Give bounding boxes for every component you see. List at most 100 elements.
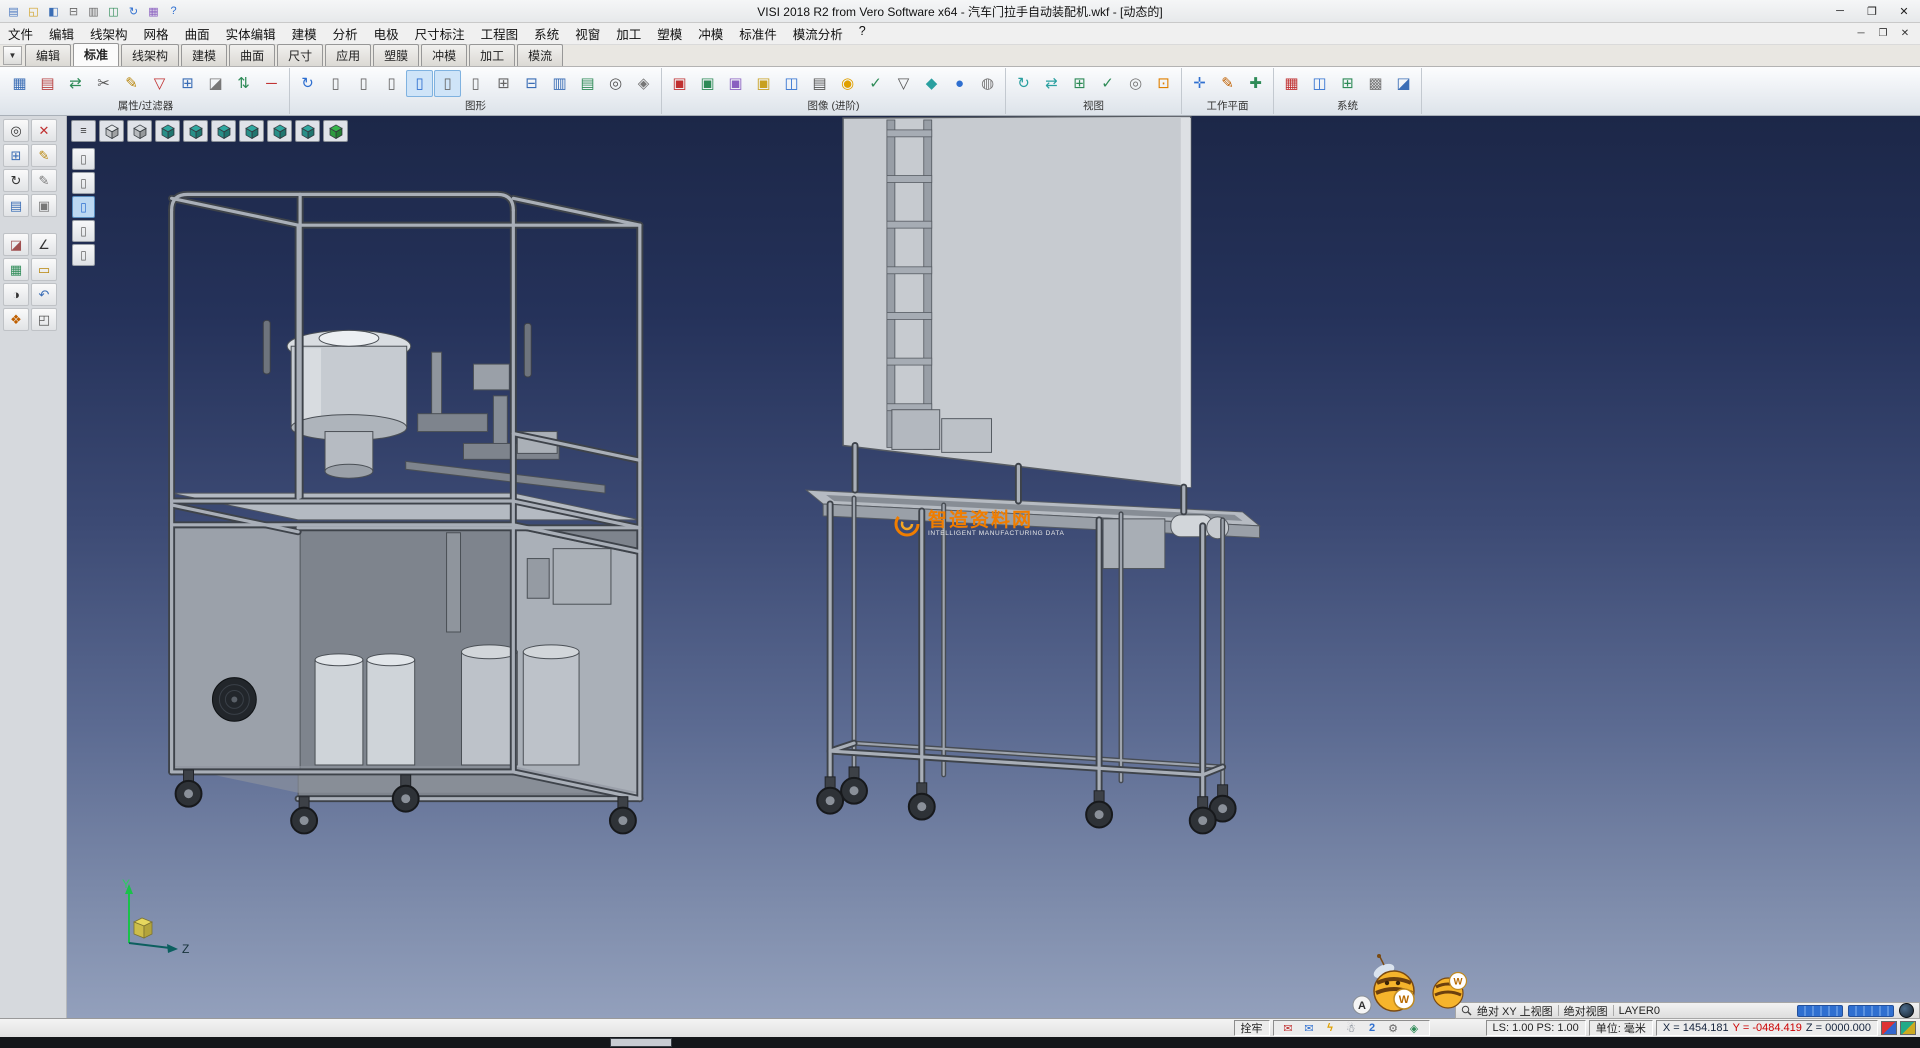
absolute-view[interactable]: 绝对视图 xyxy=(1564,1003,1608,1019)
menu-item-模流分析[interactable]: 模流分析 xyxy=(785,24,851,43)
monitor-icon[interactable]: ◫ xyxy=(778,70,805,97)
shaded-edges-icon[interactable]: ▯ xyxy=(406,70,433,97)
image-yellow-icon[interactable]: ▣ xyxy=(750,70,777,97)
assistant-badge[interactable]: A xyxy=(1353,996,1371,1014)
menu-item-冲模[interactable]: 冲模 xyxy=(690,24,731,43)
shaded-icon[interactable]: ▯ xyxy=(378,70,405,97)
top-view-icon[interactable] xyxy=(127,120,152,142)
save-icon[interactable]: ◧ xyxy=(45,3,62,19)
workplane-axis-icon[interactable]: ✛ xyxy=(1186,70,1213,97)
globe-icon[interactable] xyxy=(1899,1003,1914,1018)
view-menu-icon[interactable]: ≡ xyxy=(71,120,96,142)
menu-item-尺寸标注[interactable]: 尺寸标注 xyxy=(407,24,473,43)
dynamic-view-icon[interactable] xyxy=(323,120,348,142)
mask-icon[interactable]: ◪ xyxy=(202,70,229,97)
open-folder-icon[interactable]: ◱ xyxy=(25,3,42,19)
lock-toggle[interactable]: 拴牢 xyxy=(1234,1020,1270,1036)
close-button[interactable]: ✕ xyxy=(1888,1,1920,22)
snap-grid-icon[interactable]: ▦ xyxy=(3,258,29,281)
image-red-icon[interactable]: ▣ xyxy=(666,70,693,97)
view-ok-icon[interactable]: ✓ xyxy=(1094,70,1121,97)
rotate-icon[interactable]: ↻ xyxy=(3,169,29,192)
tab-应用[interactable]: 应用 xyxy=(325,44,371,66)
taskbar-item[interactable] xyxy=(610,1038,672,1047)
color-swatch-icon-2[interactable] xyxy=(1900,1021,1916,1035)
sphere-view-icon[interactable]: ● xyxy=(946,70,973,97)
menu-item-编辑[interactable]: 编辑 xyxy=(41,24,82,43)
texture-icon[interactable]: ▤ xyxy=(574,70,601,97)
properties-icon[interactable]: ▦ xyxy=(6,70,33,97)
tab-建模[interactable]: 建模 xyxy=(181,44,227,66)
tab-冲模[interactable]: 冲模 xyxy=(421,44,467,66)
iso-view-icon[interactable] xyxy=(99,120,124,142)
check-render-icon[interactable]: ✓ xyxy=(862,70,889,97)
tab-编辑[interactable]: 编辑 xyxy=(25,44,71,66)
tab-塑膜[interactable]: 塑膜 xyxy=(373,44,419,66)
workplane-edit-icon[interactable]: ✎ xyxy=(1214,70,1241,97)
menu-item-help[interactable]: ? xyxy=(851,24,874,38)
menu-item-加工[interactable]: 加工 xyxy=(608,24,649,43)
light-icon[interactable]: ◉ xyxy=(834,70,861,97)
zoom-graphics-icon[interactable]: ◎ xyxy=(602,70,629,97)
print-icon[interactable]: ⊟ xyxy=(65,3,82,19)
material-icon[interactable]: ◈ xyxy=(630,70,657,97)
refresh-icon[interactable]: ↻ xyxy=(125,3,142,19)
machine-assembly[interactable] xyxy=(172,194,640,833)
bottom-view-icon[interactable] xyxy=(267,120,292,142)
machine-conveyor[interactable] xyxy=(806,116,1259,833)
render-mode-icon[interactable]: ▯ xyxy=(434,70,461,97)
menu-item-建模[interactable]: 建模 xyxy=(284,24,325,43)
film-icon[interactable]: ▤ xyxy=(806,70,833,97)
menu-item-分析[interactable]: 分析 xyxy=(325,24,366,43)
image-purple-icon[interactable]: ▣ xyxy=(722,70,749,97)
new-file-icon[interactable]: ▤ xyxy=(5,3,22,19)
tab-尺寸[interactable]: 尺寸 xyxy=(277,44,323,66)
grid-filter-icon[interactable]: ⊞ xyxy=(174,70,201,97)
attributes-icon[interactable]: ▤ xyxy=(34,70,61,97)
display-shaded-icon[interactable]: ▯ xyxy=(72,196,95,218)
menu-item-塑模[interactable]: 塑模 xyxy=(649,24,690,43)
trim-icon[interactable]: ✂ xyxy=(90,70,117,97)
clipboard-icon[interactable]: ▣ xyxy=(31,194,57,217)
axon-view-icon[interactable] xyxy=(295,120,320,142)
tab-标准[interactable]: 标准 xyxy=(73,43,119,66)
info-icon[interactable]: ◑ xyxy=(3,283,29,306)
plot-icon[interactable]: ▥ xyxy=(85,3,102,19)
menu-item-电极[interactable]: 电极 xyxy=(366,24,407,43)
menu-item-标准件[interactable]: 标准件 xyxy=(731,24,785,43)
tab-模流[interactable]: 模流 xyxy=(517,44,563,66)
right-view-icon[interactable] xyxy=(239,120,264,142)
pan-view-icon[interactable]: ⇄ xyxy=(1038,70,1065,97)
measure-icon[interactable]: ∠ xyxy=(31,233,57,256)
mdi-close-button[interactable]: ✕ xyxy=(1894,28,1916,39)
pointer-select-icon[interactable]: ◎ xyxy=(3,119,29,142)
system-panel-icon[interactable]: ◫ xyxy=(1306,70,1333,97)
system-window-icon[interactable]: ▦ xyxy=(1278,70,1305,97)
view-grid-icon[interactable]: ⊞ xyxy=(1066,70,1093,97)
frame-view-icon[interactable]: ⊡ xyxy=(1150,70,1177,97)
hidden-line-icon[interactable]: ▯ xyxy=(350,70,377,97)
maximize-button[interactable]: ❐ xyxy=(1856,1,1888,22)
env-map-icon[interactable]: ◍ xyxy=(974,70,1001,97)
system-grid-icon[interactable]: ⊞ xyxy=(1334,70,1361,97)
sort-icon[interactable]: ⇅ xyxy=(230,70,257,97)
viewport-3d[interactable]: ≡ ▯▯▯▯▯ xyxy=(67,116,1920,1018)
front-view-icon[interactable] xyxy=(155,120,180,142)
message-icon[interactable]: ✉ xyxy=(1280,1021,1297,1036)
display-wire-icon[interactable]: ▯ xyxy=(72,172,95,194)
back-view-icon[interactable] xyxy=(183,120,208,142)
units-field[interactable]: 单位: 毫米 xyxy=(1589,1020,1653,1036)
menu-item-线架构[interactable]: 线架构 xyxy=(82,24,136,43)
move-icon[interactable]: ⊞ xyxy=(3,144,29,167)
edit-filter-icon[interactable]: ✎ xyxy=(118,70,145,97)
layers-icon[interactable]: ▤ xyxy=(3,194,29,217)
delete-icon[interactable]: ✕ xyxy=(31,119,57,142)
mdi-minimize-button[interactable]: ─ xyxy=(1850,28,1872,39)
funnel-icon[interactable]: ▽ xyxy=(890,70,917,97)
redraw-icon[interactable]: ↻ xyxy=(294,70,321,97)
system-table-icon[interactable]: ▩ xyxy=(1362,70,1389,97)
menu-item-网格[interactable]: 网格 xyxy=(136,24,177,43)
mdi-restore-button[interactable]: ❐ xyxy=(1872,28,1894,39)
zoom-view-icon[interactable]: ◎ xyxy=(1122,70,1149,97)
hatch-icon[interactable]: ▥ xyxy=(546,70,573,97)
